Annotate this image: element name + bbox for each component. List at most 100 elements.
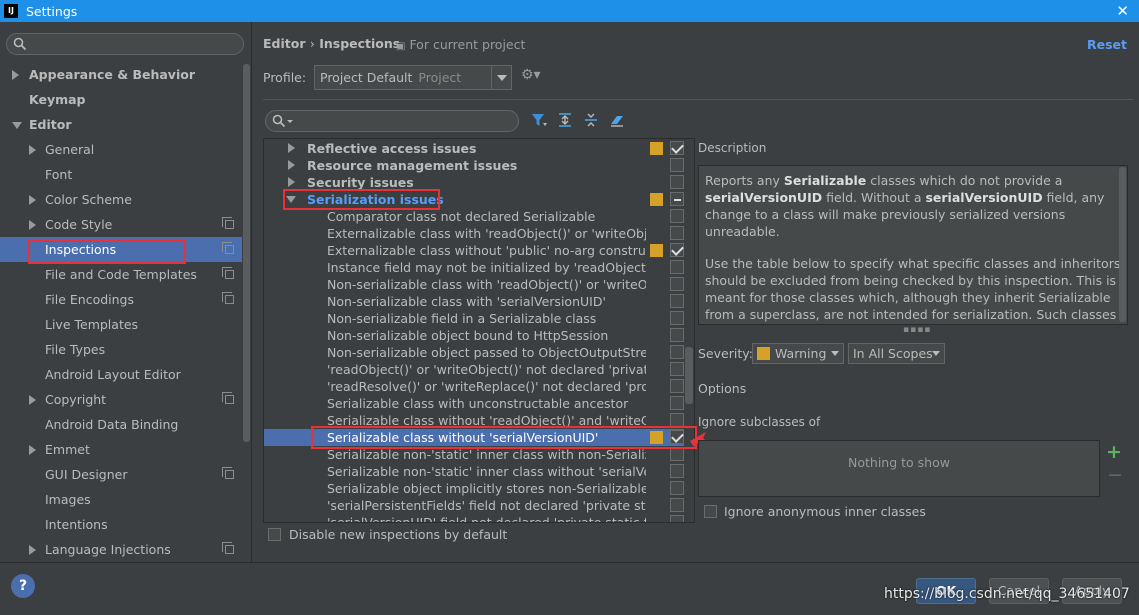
sidebar-item-appearance-behavior[interactable]: Appearance & Behavior — [0, 62, 242, 87]
inspection-enabled-checkbox[interactable] — [670, 413, 684, 427]
help-button[interactable]: ? — [11, 574, 35, 598]
inspection-enabled-checkbox[interactable] — [670, 498, 684, 512]
inspection-enabled-checkbox[interactable] — [670, 141, 684, 155]
inspection-item[interactable]: 'serialPersistentFields' field not decla… — [264, 497, 684, 514]
inspection-item[interactable]: Externalizable class without 'public' no… — [264, 242, 684, 259]
inspections-scrollbar[interactable] — [685, 347, 693, 404]
inspection-item[interactable]: Non-serializable object bound to HttpSes… — [264, 327, 684, 344]
eraser-icon[interactable] — [608, 111, 626, 129]
inspection-item[interactable]: Serializable class without 'serialVersio… — [264, 429, 684, 446]
chevron-right-icon[interactable] — [288, 177, 295, 187]
inspection-enabled-checkbox[interactable] — [670, 175, 684, 189]
inspection-group[interactable]: Serialization issues — [264, 191, 684, 208]
sidebar-item-images[interactable]: Images — [0, 487, 242, 512]
description-scrollbar[interactable] — [1119, 167, 1126, 322]
settings-search-input[interactable] — [6, 33, 244, 55]
inspection-item[interactable]: Non-serializable class with 'readObject(… — [264, 276, 684, 293]
sidebar-item-live-templates[interactable]: Live Templates — [0, 312, 242, 337]
chevron-right-icon[interactable] — [12, 70, 19, 80]
inspection-enabled-checkbox[interactable] — [670, 481, 684, 495]
chevron-right-icon[interactable] — [288, 143, 295, 153]
ignore-subclasses-table[interactable]: Nothing to show — [698, 440, 1100, 497]
chevron-right-icon[interactable] — [29, 145, 36, 155]
chevron-right-icon[interactable] — [29, 445, 36, 455]
sidebar-item-font[interactable]: Font — [0, 162, 242, 187]
sidebar-item-file-and-code-templates[interactable]: File and Code Templates — [0, 262, 242, 287]
chevron-right-icon[interactable] — [29, 220, 36, 230]
sidebar-item-editor[interactable]: Editor — [0, 112, 242, 137]
inspection-enabled-checkbox[interactable] — [670, 515, 684, 522]
inspection-item[interactable]: Non-serializable class with 'serialVersi… — [264, 293, 684, 310]
disable-new-inspections-checkbox[interactable] — [268, 528, 281, 541]
inspection-item[interactable]: Serializable class with unconstructable … — [264, 395, 684, 412]
sidebar-item-copyright[interactable]: Copyright — [0, 387, 242, 412]
remove-button[interactable]: − — [1107, 464, 1123, 486]
inspection-item[interactable]: Instance field may not be initialized by… — [264, 259, 684, 276]
chevron-right-icon[interactable] — [29, 545, 36, 555]
profile-dropdown[interactable]: Project Default Project — [314, 65, 512, 90]
inspection-enabled-checkbox[interactable] — [670, 430, 684, 444]
gear-icon[interactable]: ⚙▾ — [521, 67, 541, 83]
inspection-enabled-checkbox[interactable] — [670, 447, 684, 461]
inspection-enabled-checkbox[interactable] — [670, 158, 684, 172]
sidebar-item-color-scheme[interactable]: Color Scheme — [0, 187, 242, 212]
inspection-enabled-checkbox[interactable] — [670, 209, 684, 223]
inspection-item[interactable]: 'readResolve()' or 'writeReplace()' not … — [264, 378, 684, 395]
splitter-handle[interactable]: ▪▪▪▪ — [903, 325, 931, 335]
chevron-down-icon[interactable] — [286, 196, 296, 203]
reset-link[interactable]: Reset — [1087, 37, 1127, 52]
inspection-group[interactable]: Security issues — [264, 174, 684, 191]
inspection-enabled-checkbox[interactable] — [670, 277, 684, 291]
inspection-enabled-checkbox[interactable] — [670, 192, 684, 206]
breadcrumb-editor[interactable]: Editor — [263, 36, 306, 51]
sidebar-item-general[interactable]: General — [0, 137, 242, 162]
inspection-group[interactable]: Resource management issues — [264, 157, 684, 174]
inspection-item[interactable]: 'readObject()' or 'writeObject()' not de… — [264, 361, 684, 378]
inspection-enabled-checkbox[interactable] — [670, 345, 684, 359]
sidebar-item-android-layout-editor[interactable]: Android Layout Editor — [0, 362, 242, 387]
sidebar-item-android-data-binding[interactable]: Android Data Binding — [0, 412, 242, 437]
inspection-item[interactable]: Non-serializable object passed to Object… — [264, 344, 684, 361]
close-icon[interactable]: ✕ — [1116, 0, 1129, 22]
sidebar-item-code-style[interactable]: Code Style — [0, 212, 242, 237]
inspection-enabled-checkbox[interactable] — [670, 260, 684, 274]
sidebar-item-keymap[interactable]: Keymap — [0, 87, 242, 112]
inspection-item[interactable]: Externalizable class with 'readObject()'… — [264, 225, 684, 242]
scope-dropdown[interactable]: In All Scopes — [848, 343, 945, 364]
chevron-right-icon[interactable] — [29, 395, 36, 405]
sidebar-item-file-types[interactable]: File Types — [0, 337, 242, 362]
sidebar-scrollbar[interactable] — [243, 64, 250, 442]
chevron-down-icon[interactable] — [12, 122, 22, 129]
inspection-enabled-checkbox[interactable] — [670, 226, 684, 240]
inspection-item[interactable]: Comparator class not declared Serializab… — [264, 208, 684, 225]
inspection-group[interactable]: Reflective access issues — [264, 140, 684, 157]
inspection-enabled-checkbox[interactable] — [670, 396, 684, 410]
expand-all-icon[interactable] — [556, 111, 574, 129]
inspection-enabled-checkbox[interactable] — [670, 379, 684, 393]
inspection-item[interactable]: Non-serializable field in a Serializable… — [264, 310, 684, 327]
inspection-enabled-checkbox[interactable] — [670, 464, 684, 478]
filter-icon[interactable] — [530, 111, 548, 129]
sidebar-item-file-encodings[interactable]: File Encodings — [0, 287, 242, 312]
sidebar-item-gui-designer[interactable]: GUI Designer — [0, 462, 242, 487]
inspection-item[interactable]: Serializable object implicitly stores no… — [264, 480, 684, 497]
chevron-right-icon[interactable] — [29, 195, 36, 205]
inspection-enabled-checkbox[interactable] — [670, 328, 684, 342]
inspection-enabled-checkbox[interactable] — [670, 243, 684, 257]
add-button[interactable]: + — [1106, 441, 1122, 463]
inspection-enabled-checkbox[interactable] — [670, 311, 684, 325]
inspection-item[interactable]: 'serialVersionUID' field not declared 'p… — [264, 514, 684, 522]
inspection-enabled-checkbox[interactable] — [670, 362, 684, 376]
chevron-right-icon[interactable] — [288, 160, 295, 170]
ignore-anonymous-checkbox[interactable] — [704, 505, 717, 518]
severity-dropdown[interactable]: Warning — [752, 343, 844, 364]
sidebar-item-emmet[interactable]: Emmet — [0, 437, 242, 462]
sidebar-item-language-injections[interactable]: Language Injections — [0, 537, 242, 562]
inspection-item[interactable]: Serializable class without 'readObject()… — [264, 412, 684, 429]
inspection-enabled-checkbox[interactable] — [670, 294, 684, 308]
inspection-item[interactable]: Serializable non-'static' inner class wi… — [264, 463, 684, 480]
sidebar-item-intentions[interactable]: Intentions — [0, 512, 242, 537]
inspection-filter-input[interactable] — [265, 110, 519, 132]
collapse-all-icon[interactable] — [582, 111, 600, 129]
inspection-item[interactable]: Serializable non-'static' inner class wi… — [264, 446, 684, 463]
